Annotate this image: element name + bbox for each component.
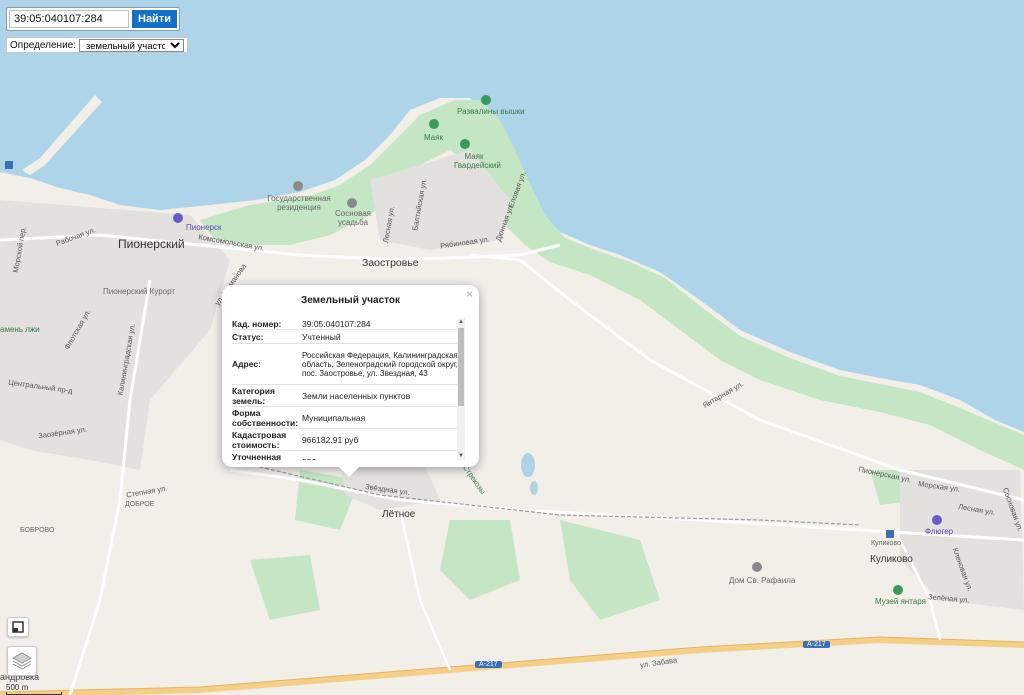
detail-row: Адрес: Российская Федерация, Калининград… [232,344,465,385]
scroll-thumb[interactable] [458,328,464,406]
find-button[interactable]: Найти [132,10,177,28]
popup-details[interactable]: Кад. номер: 39:05:040107:284 Статус: Учт… [232,318,465,460]
poi-marker-icon [893,585,903,595]
mode-select[interactable]: земельный участок [79,38,185,52]
popup-title: Земельный участок [300,295,401,306]
detail-row: Форма собственности: Муниципальная [232,407,465,429]
detail-value: 966182.91 руб [302,434,359,445]
detail-value: 959 кв.м [301,451,465,460]
road-shield: A-217 [475,661,502,668]
poi-marker-icon [347,198,357,208]
poi-label-mayak-gv: Маяк Гвардейский [454,152,501,170]
poi-label-muzei: Музей янтаря [875,597,926,606]
road-shield: A-217 [803,641,830,648]
detail-key: Кадастровая стоимость: [232,429,287,450]
poi-marker-icon [293,181,303,191]
detail-row: Статус: Учтенный [232,330,465,344]
pond [530,481,538,495]
scroll-up-icon[interactable]: ▲ [457,318,465,326]
poi-marker-icon [752,562,762,572]
detail-row: Кад. номер: 39:05:040107:284 [232,318,465,330]
layers-icon [12,652,32,670]
cadastral-search-input[interactable] [9,10,129,28]
search-bar: Найти [6,7,180,31]
detail-key: Уточненная площадь: [232,452,282,460]
detail-value: Муниципальная [302,412,366,423]
poi-marker-icon [429,119,439,129]
poi-label-dom: Дом Св. Рафаила [729,576,796,585]
poi-marker-icon [173,213,183,223]
town-label-pionersky: Пионерский [118,237,185,251]
fullscreen-icon [12,621,24,633]
station-label-kulikovo: Куликово [871,540,901,547]
detail-value: Российская Федерация, Калининградская об… [302,350,458,378]
detail-key: Кад. номер: [232,318,282,329]
town-label-zaostrovye: Заостровье [362,257,419,269]
poi-label-flyuger: Флюгер [925,527,954,536]
scroll-down-icon[interactable]: ▼ [457,452,465,460]
bus-stop-icon [886,530,894,538]
parcel-info-popup: × Земельный участок Кад. номер: 39:05:04… [222,285,479,477]
layers-button[interactable] [7,646,37,676]
detail-row: Категория земель: Земли населенных пункт… [232,385,465,407]
popup-pointer [339,467,359,477]
poi-label-mayak: Маяк [424,133,444,142]
fullscreen-button[interactable] [7,617,29,637]
detail-key: Статус: [232,331,264,342]
detail-key: Категория земель: [232,385,275,406]
mode-label: Определение: [10,39,77,51]
town-label-kulikovo: Куликово [870,554,913,565]
detail-row: Уточненная площадь: 959 кв.м [232,451,465,460]
poi-marker-icon [460,139,470,149]
poi-marker-icon [481,95,491,105]
poi-label-pionersk: Пионерск [186,223,222,232]
detail-key: Форма собственности: [232,407,299,428]
detail-value: Учтенный [302,331,341,342]
mode-selector: Определение: земельный участок [6,37,189,53]
town-label-letnoe: Лётное [382,509,416,520]
detail-value: 39:05:040107:284 [302,318,371,329]
detail-row: Кадастровая стоимость: 966182.91 руб [232,429,465,451]
map-canvas[interactable] [0,0,1024,695]
poi-label-sosn: Сосновая усадьба [334,209,372,227]
pond [521,453,535,477]
bus-stop-icon [5,161,13,169]
village-label-dobroe: ДОБРОЕ [125,501,155,508]
poi-marker-icon [932,515,942,525]
detail-value: Земли населенных пунктов [302,390,411,401]
poi-label-gos-rez: Государственная резиденция [267,194,331,212]
poi-label-razvaliny: Развалины вышки [457,107,525,116]
popup-scrollbar[interactable]: ▲ ▼ [457,318,465,460]
poi-label-pionersky-kurort: Пионерский Курорт [103,287,176,296]
scale-label: 500 m [6,683,29,692]
detail-key: Адрес: [232,359,261,369]
village-label-bobrovo: БОБРОВО [20,527,55,534]
poi-label-kamen: амень лжи [0,325,40,334]
